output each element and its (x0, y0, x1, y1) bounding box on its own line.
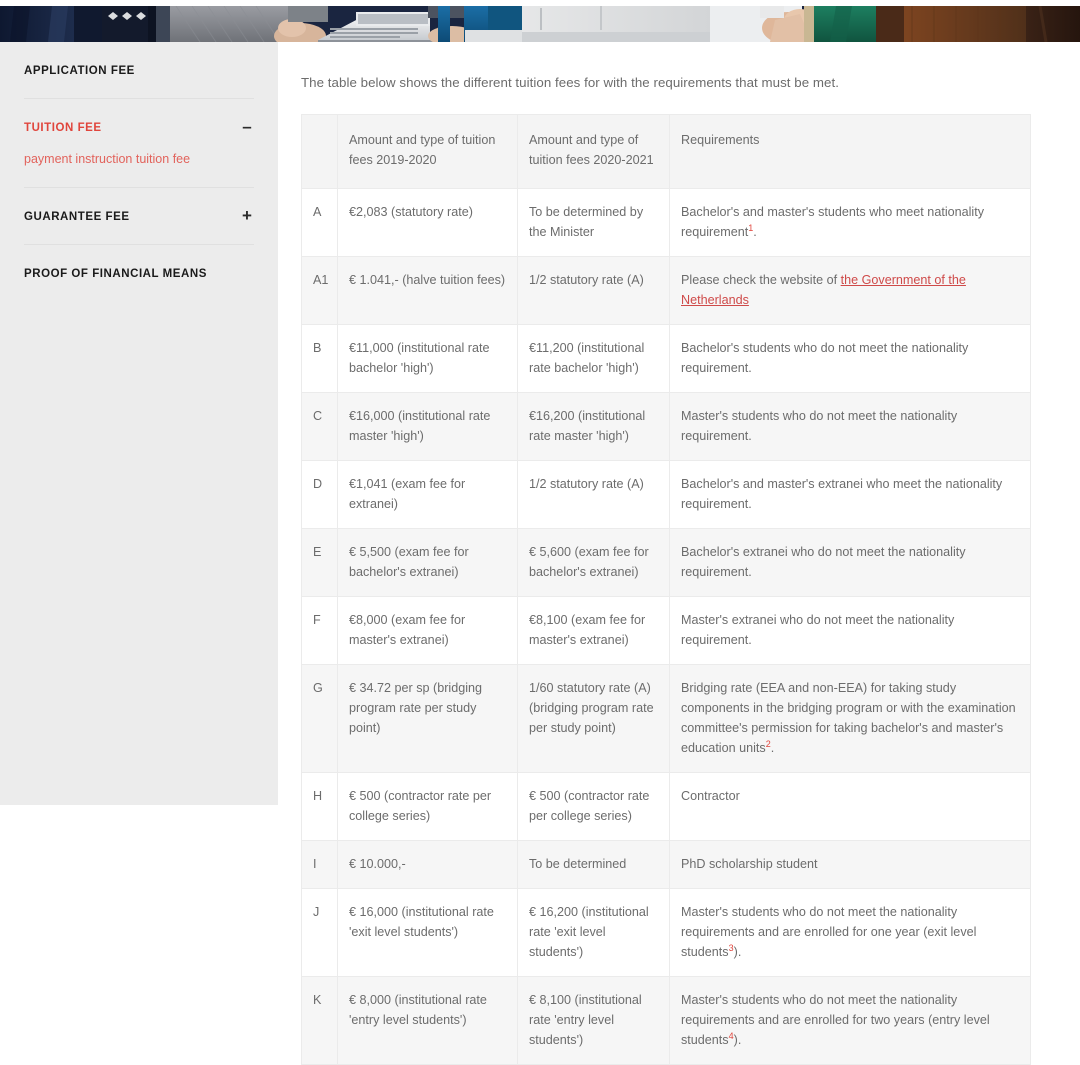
table-row: B €11,000 (institutional rate bachelor 'h… (301, 324, 1031, 393)
toggle-icon[interactable] (240, 266, 254, 280)
table-body: A €2,083 (statutory rate) To be determined… (301, 188, 1031, 1065)
cell-requirements: Bridging rate (EEA and non-EEA) for taki… (669, 664, 1031, 773)
cell-fees-2020-2021: €11,200 (institutional rate bachelor 'hi… (517, 324, 670, 393)
hero-banner (0, 6, 1080, 42)
cell-fees-2019-2020: €11,000 (institutional rate bachelor 'hi… (337, 324, 518, 393)
cell-requirements: Master's extranei who do not meet the na… (669, 596, 1031, 665)
cell-fees-2020-2021: € 5,600 (exam fee for bachelor's extrane… (517, 528, 670, 597)
cell-code: C (301, 392, 338, 461)
cell-fees-2019-2020: €8,000 (exam fee for master's extranei) (337, 596, 518, 665)
cell-requirements: Bachelor's students who do not meet the … (669, 324, 1031, 393)
cell-fees-2020-2021: To be determined by the Minister (517, 188, 670, 257)
column-header-fees-2019-2020: Amount and type of tuition fees 2019-202… (337, 114, 518, 189)
sidebar-item-label: TUITION FEE (24, 122, 102, 134)
cell-fees-2019-2020: €1,041 (exam fee for extranei) (337, 460, 518, 529)
cell-fees-2019-2020: € 34.72 per sp (bridging program rate pe… (337, 664, 518, 773)
cell-fees-2020-2021: 1/60 statutory rate (A) (bridging progra… (517, 664, 670, 773)
cell-fees-2020-2021: 1/2 statutory rate (A) (517, 460, 670, 529)
column-header-code (301, 114, 338, 189)
cell-fees-2019-2020: € 1.041,- (halve tuition fees) (337, 256, 518, 325)
cell-code: F (301, 596, 338, 665)
sidebar-item-guarantee-fee[interactable]: GUARANTEE FEE + (24, 188, 254, 245)
table-row: C €16,000 (institutional rate master 'hig… (301, 392, 1031, 461)
cell-fees-2019-2020: €16,000 (institutional rate master 'high… (337, 392, 518, 461)
intro-paragraph: The table below shows the different tuit… (301, 75, 839, 90)
table-row: D €1,041 (exam fee for extranei) 1/2 statu… (301, 460, 1031, 529)
footnote-marker[interactable]: 3 (729, 943, 734, 953)
footnote-marker[interactable]: 2 (766, 739, 771, 749)
sidebar-nav: APPLICATION FEE TUITION FEE – payment in… (0, 42, 278, 301)
sidebar: APPLICATION FEE TUITION FEE – payment in… (0, 42, 278, 805)
cell-requirements: Bachelor's and master's students who mee… (669, 188, 1031, 257)
plus-icon[interactable]: + (240, 207, 254, 224)
cell-requirements: Master's students who do not meet the na… (669, 976, 1031, 1065)
cell-fees-2020-2021: 1/2 statutory rate (A) (517, 256, 670, 325)
cell-fees-2020-2021: € 500 (contractor rate per college serie… (517, 772, 670, 841)
column-header-fees-2020-2021: Amount and type of tuition fees 2020-202… (517, 114, 670, 189)
cell-requirements: Contractor (669, 772, 1031, 841)
cell-code: A1 (301, 256, 338, 325)
cell-fees-2020-2021: € 16,200 (institutional rate 'exit level… (517, 888, 670, 977)
cell-code: G (301, 664, 338, 773)
table-row: A1 € 1.041,- (halve tuition fees) 1/2 stat… (301, 256, 1031, 325)
toggle-icon[interactable] (240, 63, 254, 77)
footnote-marker[interactable]: 4 (729, 1031, 734, 1041)
table-row: E € 5,500 (exam fee for bachelor's extran… (301, 528, 1031, 597)
sidebar-sublink-payment-instruction[interactable]: payment instruction tuition fee (24, 151, 254, 167)
tuition-fee-table: Amount and type of tuition fees 2019-202… (301, 114, 1031, 1065)
cell-fees-2019-2020: € 16,000 (institutional rate 'exit level… (337, 888, 518, 977)
cell-code: B (301, 324, 338, 393)
cell-code: H (301, 772, 338, 841)
cell-fees-2019-2020: € 500 (contractor rate per college serie… (337, 772, 518, 841)
table-row: F €8,000 (exam fee for master's extranei)… (301, 596, 1031, 665)
cell-requirements: Bachelor's extranei who do not meet the … (669, 528, 1031, 597)
cell-code: K (301, 976, 338, 1065)
sidebar-item-label: GUARANTEE FEE (24, 211, 130, 223)
sidebar-subnav: payment instruction tuition fee (24, 151, 254, 167)
cell-code: A (301, 188, 338, 257)
table-head: Amount and type of tuition fees 2019-202… (301, 114, 1031, 189)
sidebar-item-label: PROOF OF FINANCIAL MEANS (24, 268, 207, 280)
sidebar-item-application-fee[interactable]: APPLICATION FEE (24, 42, 254, 99)
cell-fees-2020-2021: To be determined (517, 840, 670, 889)
cell-requirements: Master's students who do not meet the na… (669, 392, 1031, 461)
table-row: H € 500 (contractor rate per college seri… (301, 772, 1031, 841)
cell-requirements: Master's students who do not meet the na… (669, 888, 1031, 977)
sidebar-item-tuition-fee[interactable]: TUITION FEE – payment instruction tuitio… (24, 99, 254, 188)
minus-icon[interactable]: – (240, 118, 254, 135)
cell-fees-2020-2021: €16,200 (institutional rate master 'high… (517, 392, 670, 461)
cell-fees-2019-2020: € 10.000,- (337, 840, 518, 889)
table-row: K € 8,000 (institutional rate 'entry leve… (301, 976, 1031, 1065)
cell-fees-2019-2020: € 8,000 (institutional rate 'entry level… (337, 976, 518, 1065)
hero-photo (0, 6, 1080, 42)
footnote-marker[interactable]: 1 (748, 223, 753, 233)
cell-fees-2020-2021: €8,100 (exam fee for master's extranei) (517, 596, 670, 665)
requirements-link[interactable]: the Government of the Netherlands (681, 273, 966, 307)
table-row: I € 10.000,- To be determined PhD scholarsh… (301, 840, 1031, 889)
table-row: A €2,083 (statutory rate) To be determined… (301, 188, 1031, 257)
table-row: J € 16,000 (institutional rate 'exit leve… (301, 888, 1031, 977)
cell-requirements: PhD scholarship student (669, 840, 1031, 889)
cell-fees-2020-2021: € 8,100 (institutional rate 'entry level… (517, 976, 670, 1065)
cell-fees-2019-2020: € 5,500 (exam fee for bachelor's extrane… (337, 528, 518, 597)
column-header-requirements: Requirements (669, 114, 1031, 189)
table-row: G € 34.72 per sp (bridging program rate p… (301, 664, 1031, 773)
cell-code: E (301, 528, 338, 597)
cell-requirements: Bachelor's and master's extranei who mee… (669, 460, 1031, 529)
cell-requirements: Please check the website of the Governme… (669, 256, 1031, 325)
cell-code: J (301, 888, 338, 977)
cell-code: D (301, 460, 338, 529)
cell-code: I (301, 840, 338, 889)
sidebar-item-label: APPLICATION FEE (24, 65, 135, 77)
sidebar-item-proof-of-financial-means[interactable]: PROOF OF FINANCIAL MEANS (24, 245, 254, 301)
main-content: The table below shows the different tuit… (301, 42, 1041, 1065)
table-header-row: Amount and type of tuition fees 2019-202… (301, 114, 1031, 189)
cell-fees-2019-2020: €2,083 (statutory rate) (337, 188, 518, 257)
